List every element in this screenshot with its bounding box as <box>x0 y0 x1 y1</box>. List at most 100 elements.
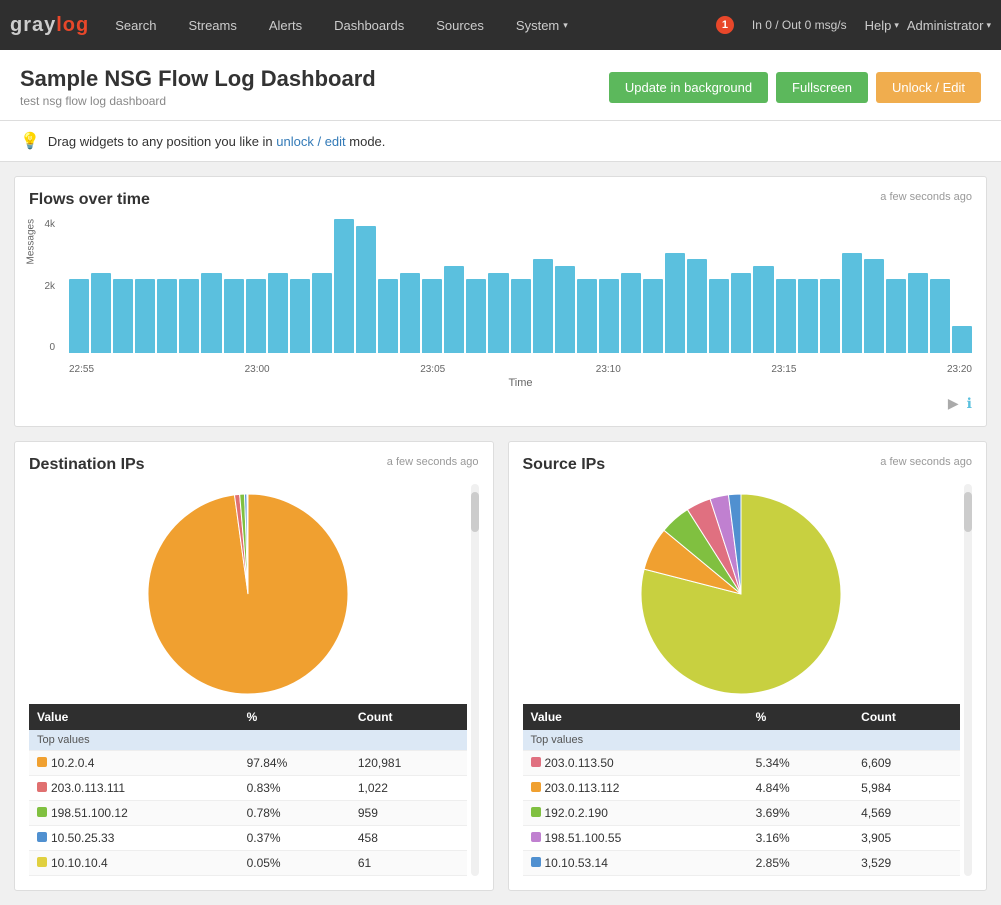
nav-right: 1 In 0 / Out 0 msg/s Help ▾ Administrato… <box>716 16 991 34</box>
bar <box>952 326 972 353</box>
bar <box>157 279 177 353</box>
msg-rate: In 0 / Out 0 msg/s <box>752 18 847 32</box>
nav-sources[interactable]: Sources <box>420 0 500 50</box>
bar <box>687 259 707 353</box>
src-title-row: Source IPs a few seconds ago <box>523 456 973 474</box>
bar <box>69 279 89 353</box>
dest-title: Destination IPs <box>29 456 145 474</box>
src-table: Value % Count Top values 203.0.113.50 5.… <box>523 704 961 876</box>
bar <box>577 279 597 353</box>
table-row: 203.0.113.50 5.34% 6,609 <box>523 751 961 776</box>
notification-badge[interactable]: 1 <box>716 16 734 34</box>
page-title: Sample NSG Flow Log Dashboard <box>20 66 376 92</box>
nav-search[interactable]: Search <box>99 0 172 50</box>
x-axis-label: Time <box>69 377 972 389</box>
bar <box>224 279 244 353</box>
dest-col-count: Count <box>350 704 467 730</box>
nav-dashboards[interactable]: Dashboards <box>318 0 420 50</box>
bar <box>290 279 310 353</box>
unlock-edit-link[interactable]: unlock / edit <box>276 134 345 149</box>
dest-top-values-row: Top values <box>29 730 467 751</box>
dest-table: Value % Count Top values 10.2.0.4 97.84%… <box>29 704 467 876</box>
chart-actions: ▶ ℹ <box>29 395 972 412</box>
table-row: 10.2.0.4 97.84% 120,981 <box>29 751 467 776</box>
nav-help[interactable]: Help ▾ <box>865 18 899 33</box>
table-row: 198.51.100.12 0.78% 959 <box>29 801 467 826</box>
nav-admin[interactable]: Administrator ▾ <box>907 18 991 33</box>
table-row: 203.0.113.111 0.83% 1,022 <box>29 776 467 801</box>
src-col-pct: % <box>748 704 854 730</box>
bar <box>179 279 199 353</box>
logo[interactable]: graylog <box>10 14 89 37</box>
src-pie-chart <box>641 494 841 694</box>
bar <box>930 279 950 353</box>
chart-title: Flows over time <box>29 191 150 209</box>
navbar: graylog Search Streams Alerts Dashboards… <box>0 0 1001 50</box>
nav-system[interactable]: System ▾ <box>500 0 584 50</box>
source-ips-card: Source IPs a few seconds ago Value % <box>508 441 988 891</box>
chart-timestamp: a few seconds ago <box>880 191 972 203</box>
y-tick-4k: 4k <box>44 219 55 230</box>
bar <box>533 259 553 353</box>
y-tick-2k: 2k <box>44 281 55 292</box>
page-header: Sample NSG Flow Log Dashboard test nsg f… <box>0 50 1001 121</box>
bar <box>820 279 840 353</box>
unlock-edit-button[interactable]: Unlock / Edit <box>876 72 981 103</box>
src-col-count: Count <box>853 704 960 730</box>
x-tick-2320: 23:20 <box>947 364 972 375</box>
bar <box>753 266 773 353</box>
page-subtitle: test nsg flow log dashboard <box>20 94 376 108</box>
info-bar: 💡 Drag widgets to any position you like … <box>0 121 1001 162</box>
play-icon[interactable]: ▶ <box>948 395 959 412</box>
table-row: 198.51.100.55 3.16% 3,905 <box>523 826 961 851</box>
table-row: 192.0.2.190 3.69% 4,569 <box>523 801 961 826</box>
bar <box>665 253 685 354</box>
chart-title-row: Flows over time a few seconds ago <box>29 191 972 209</box>
bar <box>466 279 486 353</box>
chevron-down-icon: ▾ <box>563 20 568 31</box>
nav-streams[interactable]: Streams <box>172 0 252 50</box>
bar <box>135 279 155 353</box>
info-text: Drag widgets to any position you like in… <box>48 134 385 149</box>
src-scroll-thumb[interactable] <box>964 492 972 532</box>
page-title-section: Sample NSG Flow Log Dashboard test nsg f… <box>20 66 376 108</box>
x-axis: 22:55 23:00 23:05 23:10 23:15 23:20 <box>69 364 972 375</box>
bar <box>643 279 663 353</box>
bar <box>621 273 641 353</box>
bar <box>400 273 420 353</box>
src-title: Source IPs <box>523 456 606 474</box>
chevron-down-icon: ▾ <box>894 20 899 31</box>
dest-scrollbar[interactable] <box>471 484 479 876</box>
bar <box>488 273 508 353</box>
dest-scroll-thumb[interactable] <box>471 492 479 532</box>
bar <box>268 273 288 353</box>
y-tick-0: 0 <box>49 342 55 353</box>
bar <box>555 266 575 353</box>
x-tick-2315: 23:15 <box>771 364 796 375</box>
table-row: 10.50.25.33 0.37% 458 <box>29 826 467 851</box>
logo-text: graylog <box>10 14 89 37</box>
flows-chart-card: Flows over time a few seconds ago 4k 2k … <box>14 176 987 427</box>
bar <box>908 273 928 353</box>
src-top-values-row: Top values <box>523 730 961 751</box>
dest-timestamp: a few seconds ago <box>387 456 479 468</box>
bar <box>444 266 464 353</box>
fullscreen-button[interactable]: Fullscreen <box>776 72 868 103</box>
destination-ips-card: Destination IPs a few seconds ago Value … <box>14 441 494 891</box>
bar <box>334 219 354 353</box>
bar <box>599 279 619 353</box>
bar <box>91 273 111 353</box>
chevron-down-icon: ▾ <box>986 20 991 31</box>
src-content: Value % Count Top values 203.0.113.50 5.… <box>523 484 973 876</box>
dest-pie-wrapper <box>29 494 467 694</box>
src-scrollbar[interactable] <box>964 484 972 876</box>
dest-col-value: Value <box>29 704 239 730</box>
info-icon[interactable]: ℹ <box>967 395 972 412</box>
bulb-icon: 💡 <box>20 131 40 151</box>
x-tick-2255: 22:55 <box>69 364 94 375</box>
update-background-button[interactable]: Update in background <box>609 72 768 103</box>
bar <box>709 279 729 353</box>
x-tick-2310: 23:10 <box>596 364 621 375</box>
nav-alerts[interactable]: Alerts <box>253 0 318 50</box>
bar <box>312 273 332 353</box>
